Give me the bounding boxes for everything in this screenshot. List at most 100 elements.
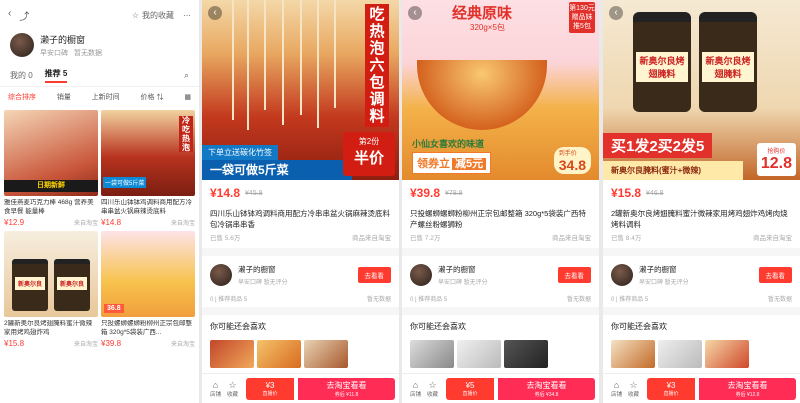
- go-taobao-button[interactable]: 去淘宝看看 券后 ¥34.8: [498, 377, 595, 400]
- image-tag: 一袋可做5斤菜: [103, 177, 147, 188]
- product-source: 商品来自淘宝: [352, 235, 391, 242]
- collect-button[interactable]: ☆ 收藏: [427, 380, 438, 398]
- avatar[interactable]: [611, 264, 633, 286]
- list-item[interactable]: 日期新鲜 雅佳燕麦巧克力棒 468g 营养美食早餐 能量棒 ¥12.9 来自淘宝: [4, 110, 98, 227]
- topbar-icons: ‹ ⤴: [8, 8, 29, 23]
- seller-rating: 早安口碑 暂无评分: [238, 280, 288, 286]
- product-title: 只投螺蛳螺蛳粉柳州正宗包邮整箱 320g*5袋装广西...: [101, 320, 192, 336]
- visit-shop-button[interactable]: 去看看: [557, 267, 591, 283]
- seller-stats: 0 | 推荐商品 5 暂无数据: [410, 297, 591, 303]
- star-icon: ☆: [428, 379, 437, 390]
- back-icon[interactable]: ‹: [8, 8, 11, 23]
- product-hero-image: ‹ 经典原味 320g×5包 第130元赠品妹推5包 小仙女喜欢的味道 领券立减…: [402, 0, 599, 180]
- recommend-title: 你可能还会喜欢: [611, 322, 667, 331]
- action-bar: ⌂ 店铺 ☆ 收藏 ¥3 直播价 去淘宝看看 券后 ¥11.8: [202, 373, 399, 403]
- coupon-button[interactable]: ¥3 直播价: [647, 377, 696, 400]
- product-image: 36.8: [101, 231, 195, 317]
- seller-name: 濑子的橱窗: [639, 265, 677, 274]
- sort-sales[interactable]: 销量: [57, 92, 71, 102]
- grid-toggle-icon[interactable]: ▦: [184, 93, 191, 101]
- shop-button[interactable]: ⌂ 店铺: [410, 380, 421, 398]
- recommend-thumb[interactable]: [705, 340, 749, 368]
- product-detail-pane-3: ‹ 新奥尔良烤翅腌料 新奥尔良烤翅腌料 买1发2买2发5 新奥尔良腌料(蜜汁+微…: [603, 0, 800, 403]
- product-subinfo: 已售 7.2万 商品来自淘宝: [402, 232, 599, 248]
- price-row: ¥15.8 ¥46.8: [603, 180, 800, 206]
- hero-headline: 一袋可做5斤菜: [202, 160, 352, 180]
- recommend-thumb[interactable]: [504, 340, 548, 368]
- jar-image: 新奥尔良: [12, 259, 48, 311]
- product-title: 只投螺蛳螺蛳粉柳州正宗包邮整箱 320g*5袋装广西特产螺丝粉螺狮粉: [402, 206, 599, 232]
- product-detail-pane-1: ‹ 吃热泡六包调料 下单立送碳化竹签 一袋可做5斤菜 第2份 半价 ¥14.8 ¥…: [202, 0, 399, 403]
- shop-meta: 早安口碑 暂无数据: [40, 48, 102, 58]
- jar-image: 新奥尔良烤翅腌料: [633, 12, 691, 112]
- search-icon[interactable]: ⌕: [184, 70, 189, 81]
- seller-stats: 0 | 推荐商品 5 暂无数据: [611, 297, 792, 303]
- recommend-thumb[interactable]: [611, 340, 655, 368]
- more-icon[interactable]: ⋯: [183, 11, 191, 20]
- seller-card: 濑子的橱窗 早安口碑 暂无评分 去看看 0 | 推荐商品 5 暂无数据: [202, 256, 399, 307]
- list-item[interactable]: 新奥尔良 新奥尔良 2罐新奥尔良烤翅腌料蜜汁微辣家用烤鸡翅炸鸡 ¥15.8 来自淘…: [4, 231, 98, 348]
- shop-name: 濑子的橱窗: [40, 34, 86, 45]
- coupon-button[interactable]: ¥3 直播价: [246, 377, 295, 400]
- avatar[interactable]: [210, 264, 232, 286]
- hero-vertical-text: 吃热泡六包调料: [365, 4, 389, 127]
- product-source: 来自淘宝: [170, 221, 195, 227]
- noodle-bowl-image: [417, 60, 547, 130]
- image-banner: 日期新鲜: [4, 180, 98, 192]
- list-item[interactable]: 冷吃热泡 一袋可做5斤菜 四川乐山钵钵鸡调料商用配方冷串串盆火锅麻辣烫底料 ¥1…: [101, 110, 195, 227]
- back-icon[interactable]: ‹: [408, 6, 422, 20]
- recommend-thumbs: [210, 340, 391, 368]
- sort-price[interactable]: 价格 ⇅: [141, 92, 164, 102]
- favorites-button[interactable]: ☆ 我的收藏 ⋯: [132, 10, 191, 21]
- product-image: 日期新鲜: [4, 110, 98, 196]
- store-icon: ⌂: [613, 379, 620, 390]
- back-icon[interactable]: ‹: [208, 6, 222, 20]
- sort-newest[interactable]: 上新时间: [92, 92, 120, 102]
- share-icon[interactable]: ⤴: [19, 8, 29, 23]
- hero-subtitle: 320g×5包: [470, 23, 505, 32]
- coupon-button[interactable]: ¥5 直播价: [446, 377, 495, 400]
- hero-price: 抢购价 12.8: [756, 143, 796, 176]
- store-icon: ⌂: [412, 379, 419, 390]
- shop-no-data: 暂无数据: [74, 49, 102, 57]
- shop-button[interactable]: ⌂ 店铺: [611, 380, 622, 398]
- action-bar: ⌂ 店铺 ☆ 收藏 ¥5 直播价 去淘宝看看 券后 ¥34.8: [402, 373, 599, 403]
- jar-image: 新奥尔良烤翅腌料: [699, 12, 757, 112]
- recommend-title: 你可能还会喜欢: [410, 322, 466, 331]
- go-taobao-button[interactable]: 去淘宝看看 券后 ¥11.8: [298, 377, 395, 400]
- recommend-thumb[interactable]: [304, 340, 348, 368]
- product-grid: 日期新鲜 雅佳燕麦巧克力棒 468g 营养美食早餐 能量棒 ¥12.9 来自淘宝 …: [0, 106, 199, 348]
- sort-default[interactable]: 综合排序: [8, 92, 36, 102]
- recommend-thumb[interactable]: [410, 340, 454, 368]
- collect-button[interactable]: ☆ 收藏: [227, 380, 238, 398]
- hero-gift-text: 第130元赠品妹推5包: [569, 2, 595, 33]
- shop-tabs: 我的 0 推荐 5 ⌕: [0, 64, 199, 86]
- product-price: ¥12.9: [4, 218, 25, 227]
- seller-card: 濑子的橱窗 早安口碑 暂无评分 去看看 0 | 推荐商品 5 暂无数据: [603, 256, 800, 307]
- price-row: ¥39.8 ¥78.8: [402, 180, 599, 206]
- star-icon: ☆: [131, 10, 139, 20]
- list-item[interactable]: 36.8 只投螺蛳螺蛳粉柳州正宗包邮整箱 320g*5袋装广西... ¥39.8…: [101, 231, 195, 348]
- sold-count: 已售 7.2万: [410, 235, 441, 242]
- current-price: ¥15.8: [611, 186, 642, 200]
- go-taobao-button[interactable]: 去淘宝看看 券后 ¥12.8: [699, 377, 796, 400]
- recommend-thumb[interactable]: [658, 340, 702, 368]
- screen: ‹ ⤴ ☆ 我的收藏 ⋯ 濑子的橱窗 早安口碑 暂无数据 我的 0 推荐 5 ⌕: [0, 0, 800, 403]
- recommend-thumb[interactable]: [210, 340, 254, 368]
- avatar[interactable]: [10, 33, 34, 57]
- collect-button[interactable]: ☆ 收藏: [628, 380, 639, 398]
- price-row: ¥14.8 ¥45.8: [202, 180, 399, 206]
- tab-mine[interactable]: 我的 0: [10, 70, 33, 81]
- avatar[interactable]: [410, 264, 432, 286]
- visit-shop-button[interactable]: 去看看: [758, 267, 792, 283]
- product-detail-pane-2: ‹ 经典原味 320g×5包 第130元赠品妹推5包 小仙女喜欢的味道 领券立减…: [402, 0, 599, 403]
- current-price: ¥14.8: [210, 186, 241, 200]
- back-icon[interactable]: ‹: [609, 6, 623, 20]
- visit-shop-button[interactable]: 去看看: [357, 267, 391, 283]
- tab-recommend[interactable]: 推荐 5: [44, 68, 68, 83]
- shop-button[interactable]: ⌂ 店铺: [210, 380, 221, 398]
- recommend-thumb[interactable]: [457, 340, 501, 368]
- recommend-thumb[interactable]: [257, 340, 301, 368]
- product-price: ¥15.8: [4, 339, 25, 348]
- hero-badge: 第2份 半价: [343, 132, 395, 176]
